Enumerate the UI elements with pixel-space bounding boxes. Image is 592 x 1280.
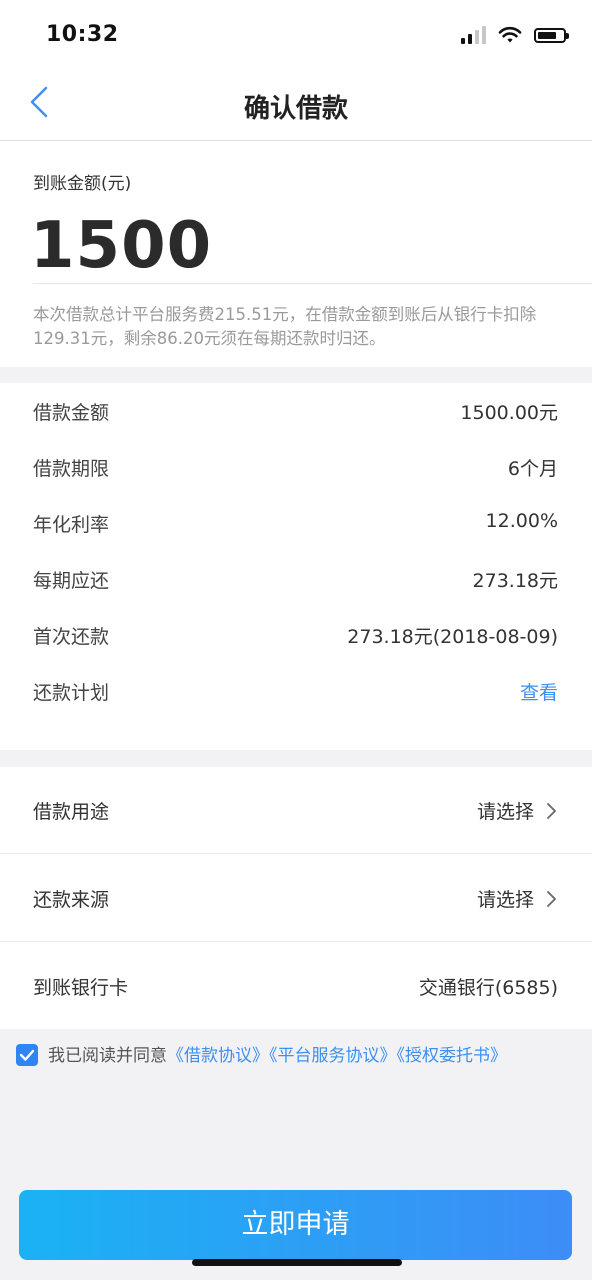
authorization-link[interactable]: 《授权委托书》 <box>397 1046 508 1066</box>
detail-value: 273.18元 <box>472 570 558 592</box>
battery-icon <box>534 27 569 43</box>
wifi-icon <box>498 26 522 43</box>
chevron-right-icon <box>547 803 556 819</box>
cellular-signal-icon <box>461 26 486 44</box>
divider <box>0 853 592 854</box>
nav-bar: 确认借款 <box>0 70 592 141</box>
bank-card-row[interactable]: 到账银行卡 交通银行(6585) <box>0 943 592 1030</box>
page-title: 确认借款 <box>243 94 348 124</box>
detail-value: 6个月 <box>507 458 558 480</box>
detail-label: 借款期限 <box>33 458 110 480</box>
loan-agreement-link[interactable]: 《借款协议》 <box>167 1046 269 1066</box>
amount-card: 到账金额(元) 1500 本次借款总计平台服务费215.51元，在借款金额到账后… <box>0 141 592 367</box>
source-value: 请选择 <box>476 889 534 911</box>
home-indicator <box>192 1259 402 1266</box>
purpose-label: 借款用途 <box>33 801 110 823</box>
status-time: 10:32 <box>46 22 119 47</box>
divider <box>33 283 592 284</box>
purpose-row[interactable]: 借款用途 请选择 <box>0 767 592 854</box>
loan-details: 借款金额 1500.00元 借款期限 6个月 年化利率 12.00% 每期应还 … <box>0 383 592 750</box>
status-icons <box>461 26 569 44</box>
detail-row-loan-amount: 借款金额 1500.00元 <box>33 398 558 428</box>
detail-value: 273.18元(2018-08-09) <box>347 626 558 648</box>
detail-row-per-period: 每期应还 273.18元 <box>33 566 558 596</box>
detail-value: 1500.00元 <box>460 402 558 424</box>
purpose-value: 请选择 <box>476 801 534 823</box>
agree-checkbox[interactable] <box>16 1044 38 1066</box>
amount-label: 到账金额(元) <box>33 174 132 194</box>
agreement-text: 我已阅读并同意《借款协议》《平台服务协议》《授权委托书》 <box>48 1042 552 1070</box>
loan-options: 借款用途 请选择 还款来源 请选择 到账银行卡 交通银行(6585) <box>0 767 592 1029</box>
detail-value: 12.00% <box>485 510 558 532</box>
agreement-prefix: 我已阅读并同意 <box>48 1046 167 1066</box>
detail-label: 每期应还 <box>33 570 110 592</box>
bank-card-value: 交通银行(6585) <box>418 977 558 999</box>
amount-value: 1500 <box>30 209 213 283</box>
detail-row-annual-rate: 年化利率 12.00% <box>33 510 558 540</box>
apply-button[interactable]: 立即申请 <box>19 1190 572 1260</box>
detail-row-first-repayment: 首次还款 273.18元(2018-08-09) <box>33 622 558 652</box>
detail-label: 借款金额 <box>33 402 110 424</box>
checkmark-icon <box>19 1049 35 1061</box>
agreement: 我已阅读并同意《借款协议》《平台服务协议》《授权委托书》 <box>16 1042 552 1070</box>
detail-label: 还款计划 <box>33 682 110 704</box>
fee-note: 本次借款总计平台服务费215.51元，在借款金额到账后从银行卡扣除129.31元… <box>33 305 537 348</box>
detail-row-term: 借款期限 6个月 <box>33 454 558 484</box>
repayment-source-row[interactable]: 还款来源 请选择 <box>0 855 592 942</box>
source-label: 还款来源 <box>33 889 110 911</box>
view-plan-link[interactable]: 查看 <box>520 678 558 705</box>
status-bar: 10:32 <box>0 0 592 70</box>
detail-row-repayment-plan: 还款计划 查看 <box>33 678 558 708</box>
detail-label: 首次还款 <box>33 626 110 648</box>
divider <box>0 941 592 942</box>
bank-card-label: 到账银行卡 <box>33 977 129 999</box>
detail-label: 年化利率 <box>33 514 110 536</box>
chevron-right-icon <box>547 891 556 907</box>
platform-agreement-link[interactable]: 《平台服务协议》 <box>269 1046 397 1066</box>
